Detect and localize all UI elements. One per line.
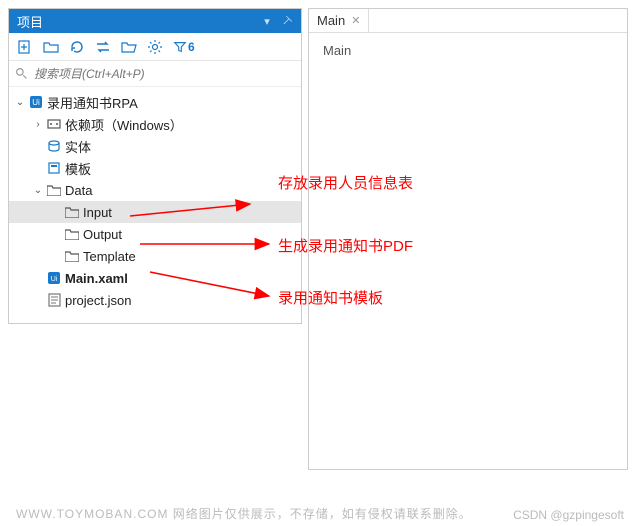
editor-body: Main bbox=[309, 33, 627, 68]
tree-label: 录用通知书RPA bbox=[45, 93, 138, 112]
open-folder-icon[interactable] bbox=[121, 39, 137, 55]
tree-label: 依赖项（Windows） bbox=[63, 115, 183, 134]
annotation-template: 录用通知书模板 bbox=[278, 287, 383, 308]
tree-templates[interactable]: › 模板 bbox=[9, 157, 301, 179]
annotation-input: 存放录用人员信息表 bbox=[278, 172, 413, 193]
swap-icon[interactable] bbox=[95, 39, 111, 55]
filter-count: 6 bbox=[188, 40, 195, 54]
entity-icon bbox=[45, 139, 63, 153]
tab-label: Main bbox=[317, 13, 345, 28]
tree-label: Input bbox=[81, 205, 112, 220]
svg-text:Ui: Ui bbox=[32, 98, 40, 107]
tree-template[interactable]: › Template bbox=[9, 245, 301, 267]
tree-label: Main.xaml bbox=[63, 271, 128, 286]
panel-header: 项目 ▾ ⊣ bbox=[9, 9, 301, 33]
folder-icon bbox=[63, 229, 81, 240]
filter-icon[interactable]: 6 bbox=[173, 39, 195, 55]
deps-icon bbox=[45, 117, 63, 131]
tree-entities[interactable]: › 实体 bbox=[9, 135, 301, 157]
refresh-icon[interactable] bbox=[69, 39, 85, 55]
svg-text:Ui: Ui bbox=[51, 276, 58, 283]
caret-down-icon[interactable]: ⌄ bbox=[31, 185, 45, 196]
tree-label: 实体 bbox=[63, 137, 91, 156]
json-icon bbox=[45, 293, 63, 307]
panel-title: 项目 bbox=[13, 12, 257, 31]
annotation-output: 生成录用通知书PDF bbox=[278, 235, 413, 256]
folder-icon bbox=[63, 251, 81, 262]
footer-left: WWW.TOYMOBAN.COM 网络图片仅供展示，不存储，如有侵权请联系删除。 bbox=[16, 505, 472, 522]
pin-icon[interactable]: ⊣ bbox=[277, 15, 297, 28]
tree-project-json[interactable]: › project.json bbox=[9, 289, 301, 311]
caret-down-icon[interactable]: ⌄ bbox=[13, 97, 27, 108]
folder-icon bbox=[45, 185, 63, 196]
tree-root[interactable]: ⌄ Ui 录用通知书RPA bbox=[9, 91, 301, 113]
tree-label: Template bbox=[81, 249, 136, 264]
editor-tabs: Main ✕ bbox=[309, 9, 627, 33]
template-icon bbox=[45, 161, 63, 175]
close-icon[interactable]: ✕ bbox=[351, 14, 360, 27]
settings-icon[interactable] bbox=[147, 39, 163, 55]
xaml-icon: Ui bbox=[45, 271, 63, 285]
tree-label: project.json bbox=[63, 293, 131, 308]
add-folder-icon[interactable] bbox=[43, 39, 59, 55]
add-file-icon[interactable] bbox=[17, 39, 33, 55]
tree-label: 模板 bbox=[63, 159, 91, 178]
tree-data[interactable]: ⌄ Data bbox=[9, 179, 301, 201]
caret-right-icon[interactable]: › bbox=[31, 119, 45, 130]
panel-toolbar: 6 bbox=[9, 33, 301, 61]
tab-main[interactable]: Main ✕ bbox=[309, 9, 369, 32]
tree-label: Data bbox=[63, 183, 92, 198]
footer-right: CSDN @gzpingesoft bbox=[513, 508, 624, 522]
search-icon bbox=[15, 67, 28, 80]
folder-icon bbox=[63, 207, 81, 218]
ui-project-icon: Ui bbox=[27, 95, 45, 109]
tree-deps[interactable]: › 依赖项（Windows） bbox=[9, 113, 301, 135]
project-tree: ⌄ Ui 录用通知书RPA › 依赖项（Windows） › 实体 › bbox=[9, 87, 301, 323]
tree-label: Output bbox=[81, 227, 122, 242]
tree-input[interactable]: › Input bbox=[9, 201, 301, 223]
project-panel: 项目 ▾ ⊣ 6 bbox=[8, 8, 302, 324]
editor-text: Main bbox=[323, 43, 351, 58]
search-row bbox=[9, 61, 301, 87]
tree-output[interactable]: › Output bbox=[9, 223, 301, 245]
dropdown-icon[interactable]: ▾ bbox=[257, 15, 277, 28]
search-input[interactable] bbox=[32, 66, 295, 82]
tree-main-xaml[interactable]: › Ui Main.xaml bbox=[9, 267, 301, 289]
